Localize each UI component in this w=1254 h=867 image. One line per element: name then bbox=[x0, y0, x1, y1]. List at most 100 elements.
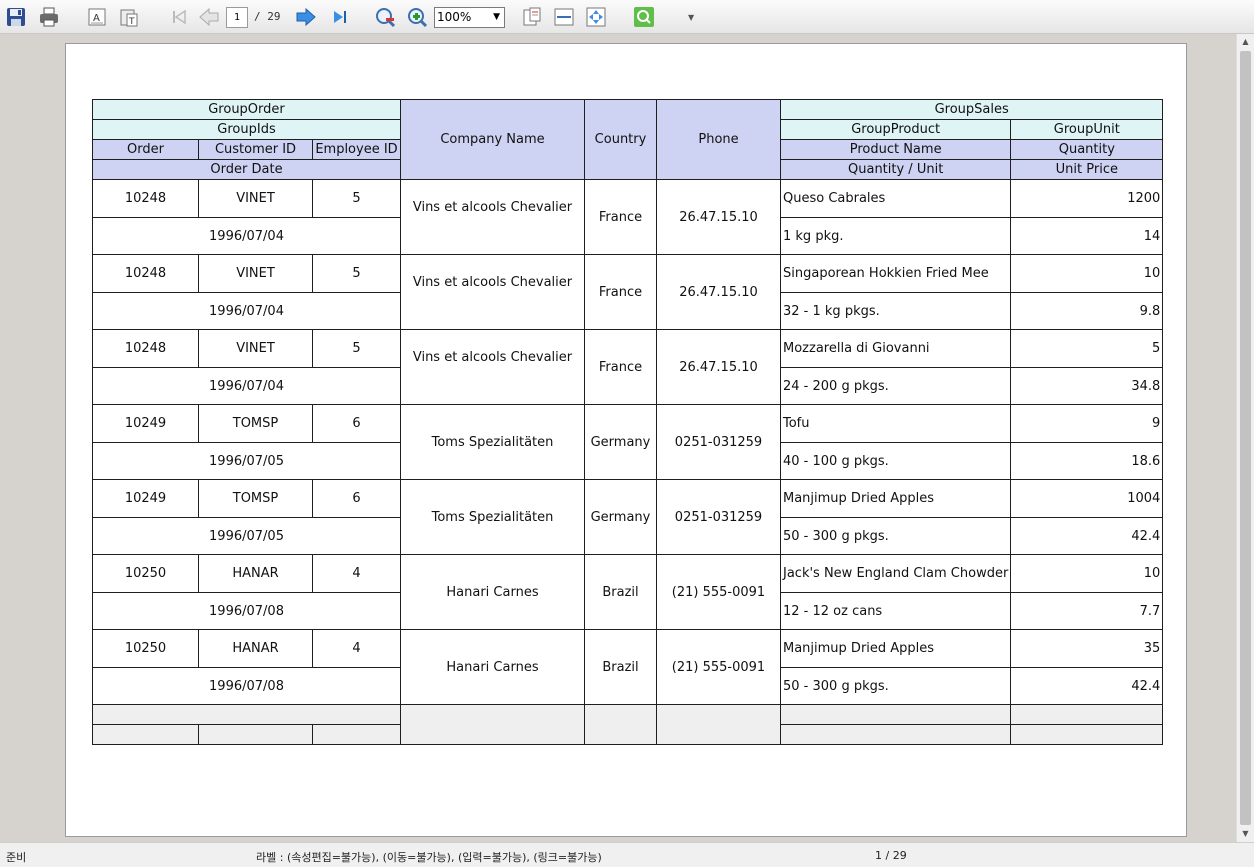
cell-order-date: 1996/07/05 bbox=[92, 517, 401, 555]
cell-quantity: 9 bbox=[1010, 404, 1164, 443]
cell-employee-id: 6 bbox=[312, 479, 401, 518]
empty-cell bbox=[92, 704, 401, 725]
zoom-out-icon[interactable] bbox=[374, 5, 396, 29]
cell-unit-price: 14 bbox=[1010, 217, 1164, 255]
empty-cell bbox=[198, 724, 313, 745]
cell-phone: (21) 555-0091 bbox=[656, 554, 781, 630]
cell-employee-id: 6 bbox=[312, 404, 401, 443]
header-order: Order bbox=[92, 139, 199, 160]
cell-order-date: 1996/07/04 bbox=[92, 292, 401, 330]
toolbar: A T 1 / 29 100% ▼ ▼ bbox=[0, 0, 1254, 34]
cell-quantity-unit: 50 - 300 g pkgs. bbox=[779, 517, 1012, 555]
empty-cell bbox=[779, 704, 1012, 725]
empty-cell bbox=[1010, 724, 1164, 745]
cell-employee-id: 5 bbox=[312, 254, 401, 293]
cell-phone: (21) 555-0091 bbox=[656, 629, 781, 705]
scroll-down-icon[interactable]: ▼ bbox=[1237, 826, 1254, 842]
cell-quantity: 10 bbox=[1010, 554, 1164, 593]
cell-customer-id: VINET bbox=[198, 329, 313, 368]
cell-phone: 26.47.15.10 bbox=[656, 254, 781, 330]
zoom-value: 100% bbox=[437, 10, 472, 24]
cell-company-name: Vins et alcools Chevalier bbox=[400, 254, 585, 330]
fullscreen-icon[interactable] bbox=[585, 5, 607, 29]
cell-quantity-unit: 40 - 100 g pkgs. bbox=[779, 442, 1012, 480]
status-ready: 준비 bbox=[6, 851, 27, 864]
cell-order-date: 1996/07/08 bbox=[92, 592, 401, 630]
header-phone: Phone bbox=[656, 99, 781, 180]
header-group-ids: GroupIds bbox=[92, 119, 401, 140]
first-page-icon[interactable] bbox=[168, 5, 190, 29]
empty-cell bbox=[312, 724, 401, 745]
page-number-input[interactable]: 1 bbox=[226, 7, 248, 28]
cell-country: France bbox=[584, 254, 657, 330]
cell-country: Germany bbox=[584, 404, 657, 480]
cell-quantity-unit: 12 - 12 oz cans bbox=[779, 592, 1012, 630]
cell-quantity-unit: 32 - 1 kg pkgs. bbox=[779, 292, 1012, 330]
fit-page-icon[interactable] bbox=[521, 5, 543, 29]
cell-quantity: 10 bbox=[1010, 254, 1164, 293]
cell-phone: 26.47.15.10 bbox=[656, 179, 781, 255]
cell-customer-id: TOMSP bbox=[198, 479, 313, 518]
zoom-select[interactable]: 100% ▼ bbox=[434, 7, 505, 28]
text-export-icon[interactable]: A bbox=[86, 5, 108, 29]
scroll-up-icon[interactable]: ▲ bbox=[1237, 34, 1254, 50]
cell-order: 10249 bbox=[92, 404, 199, 443]
svg-text:A: A bbox=[93, 13, 100, 24]
chevron-down-icon: ▼ bbox=[493, 12, 500, 22]
header-customer-id: Customer ID bbox=[198, 139, 313, 160]
cell-customer-id: HANAR bbox=[198, 554, 313, 593]
cell-quantity-unit: 50 - 300 g pkgs. bbox=[779, 667, 1012, 705]
prev-page-icon[interactable] bbox=[198, 5, 220, 29]
cell-company-name: Toms Spezialitäten bbox=[400, 479, 585, 555]
cell-product-name: Manjimup Dried Apples bbox=[779, 479, 1012, 518]
header-group-order: GroupOrder bbox=[92, 99, 401, 120]
status-label-info: 라벨 : (속성편집=불가능), (이동=불가능), (입력=불가능), (링크… bbox=[256, 851, 602, 864]
header-quantity: Quantity bbox=[1010, 139, 1164, 160]
cell-company-name: Vins et alcools Chevalier bbox=[400, 179, 585, 255]
cell-quantity: 5 bbox=[1010, 329, 1164, 368]
cell-employee-id: 5 bbox=[312, 179, 401, 218]
cell-country: Brazil bbox=[584, 554, 657, 630]
cell-order: 10249 bbox=[92, 479, 199, 518]
cell-order: 10248 bbox=[92, 179, 199, 218]
save-icon[interactable] bbox=[5, 5, 27, 29]
header-product-name: Product Name bbox=[779, 139, 1012, 160]
svg-text:T: T bbox=[128, 17, 135, 27]
cell-unit-price: 42.4 bbox=[1010, 667, 1164, 705]
cell-quantity: 1004 bbox=[1010, 479, 1164, 518]
cell-product-name: Singaporean Hokkien Fried Mee bbox=[779, 254, 1012, 293]
cell-product-name: Jack's New England Clam Chowder bbox=[779, 554, 1012, 593]
empty-cell bbox=[584, 704, 657, 745]
cell-order-date: 1996/07/08 bbox=[92, 667, 401, 705]
cell-quantity: 35 bbox=[1010, 629, 1164, 668]
empty-cell bbox=[779, 724, 1012, 745]
cell-company-name: Hanari Carnes bbox=[400, 629, 585, 705]
cell-employee-id: 5 bbox=[312, 329, 401, 368]
cell-country: Brazil bbox=[584, 629, 657, 705]
edit-text-icon[interactable]: T bbox=[118, 5, 140, 29]
search-icon[interactable] bbox=[633, 5, 655, 29]
cell-order-date: 1996/07/04 bbox=[92, 367, 401, 405]
print-icon[interactable] bbox=[38, 5, 60, 29]
fit-width-icon[interactable] bbox=[553, 5, 575, 29]
header-group-unit: GroupUnit bbox=[1010, 119, 1164, 140]
empty-cell bbox=[656, 704, 781, 745]
cell-country: France bbox=[584, 179, 657, 255]
cell-order: 10248 bbox=[92, 254, 199, 293]
cell-quantity-unit: 24 - 200 g pkgs. bbox=[779, 367, 1012, 405]
scrollbar-thumb[interactable] bbox=[1240, 51, 1251, 825]
cell-company-name: Vins et alcools Chevalier bbox=[400, 329, 585, 405]
zoom-in-icon[interactable] bbox=[406, 5, 428, 29]
vertical-scrollbar[interactable]: ▲ ▼ bbox=[1236, 34, 1254, 842]
cell-customer-id: TOMSP bbox=[198, 404, 313, 443]
cell-product-name: Mozzarella di Giovanni bbox=[779, 329, 1012, 368]
toolbar-more-icon[interactable]: ▼ bbox=[688, 5, 694, 29]
next-page-icon[interactable] bbox=[295, 5, 317, 29]
status-page: 1 / 29 bbox=[875, 849, 907, 862]
empty-cell bbox=[400, 704, 585, 745]
cell-phone: 26.47.15.10 bbox=[656, 329, 781, 405]
last-page-icon[interactable] bbox=[329, 5, 351, 29]
cell-unit-price: 9.8 bbox=[1010, 292, 1164, 330]
cell-unit-price: 34.8 bbox=[1010, 367, 1164, 405]
header-country: Country bbox=[584, 99, 657, 180]
